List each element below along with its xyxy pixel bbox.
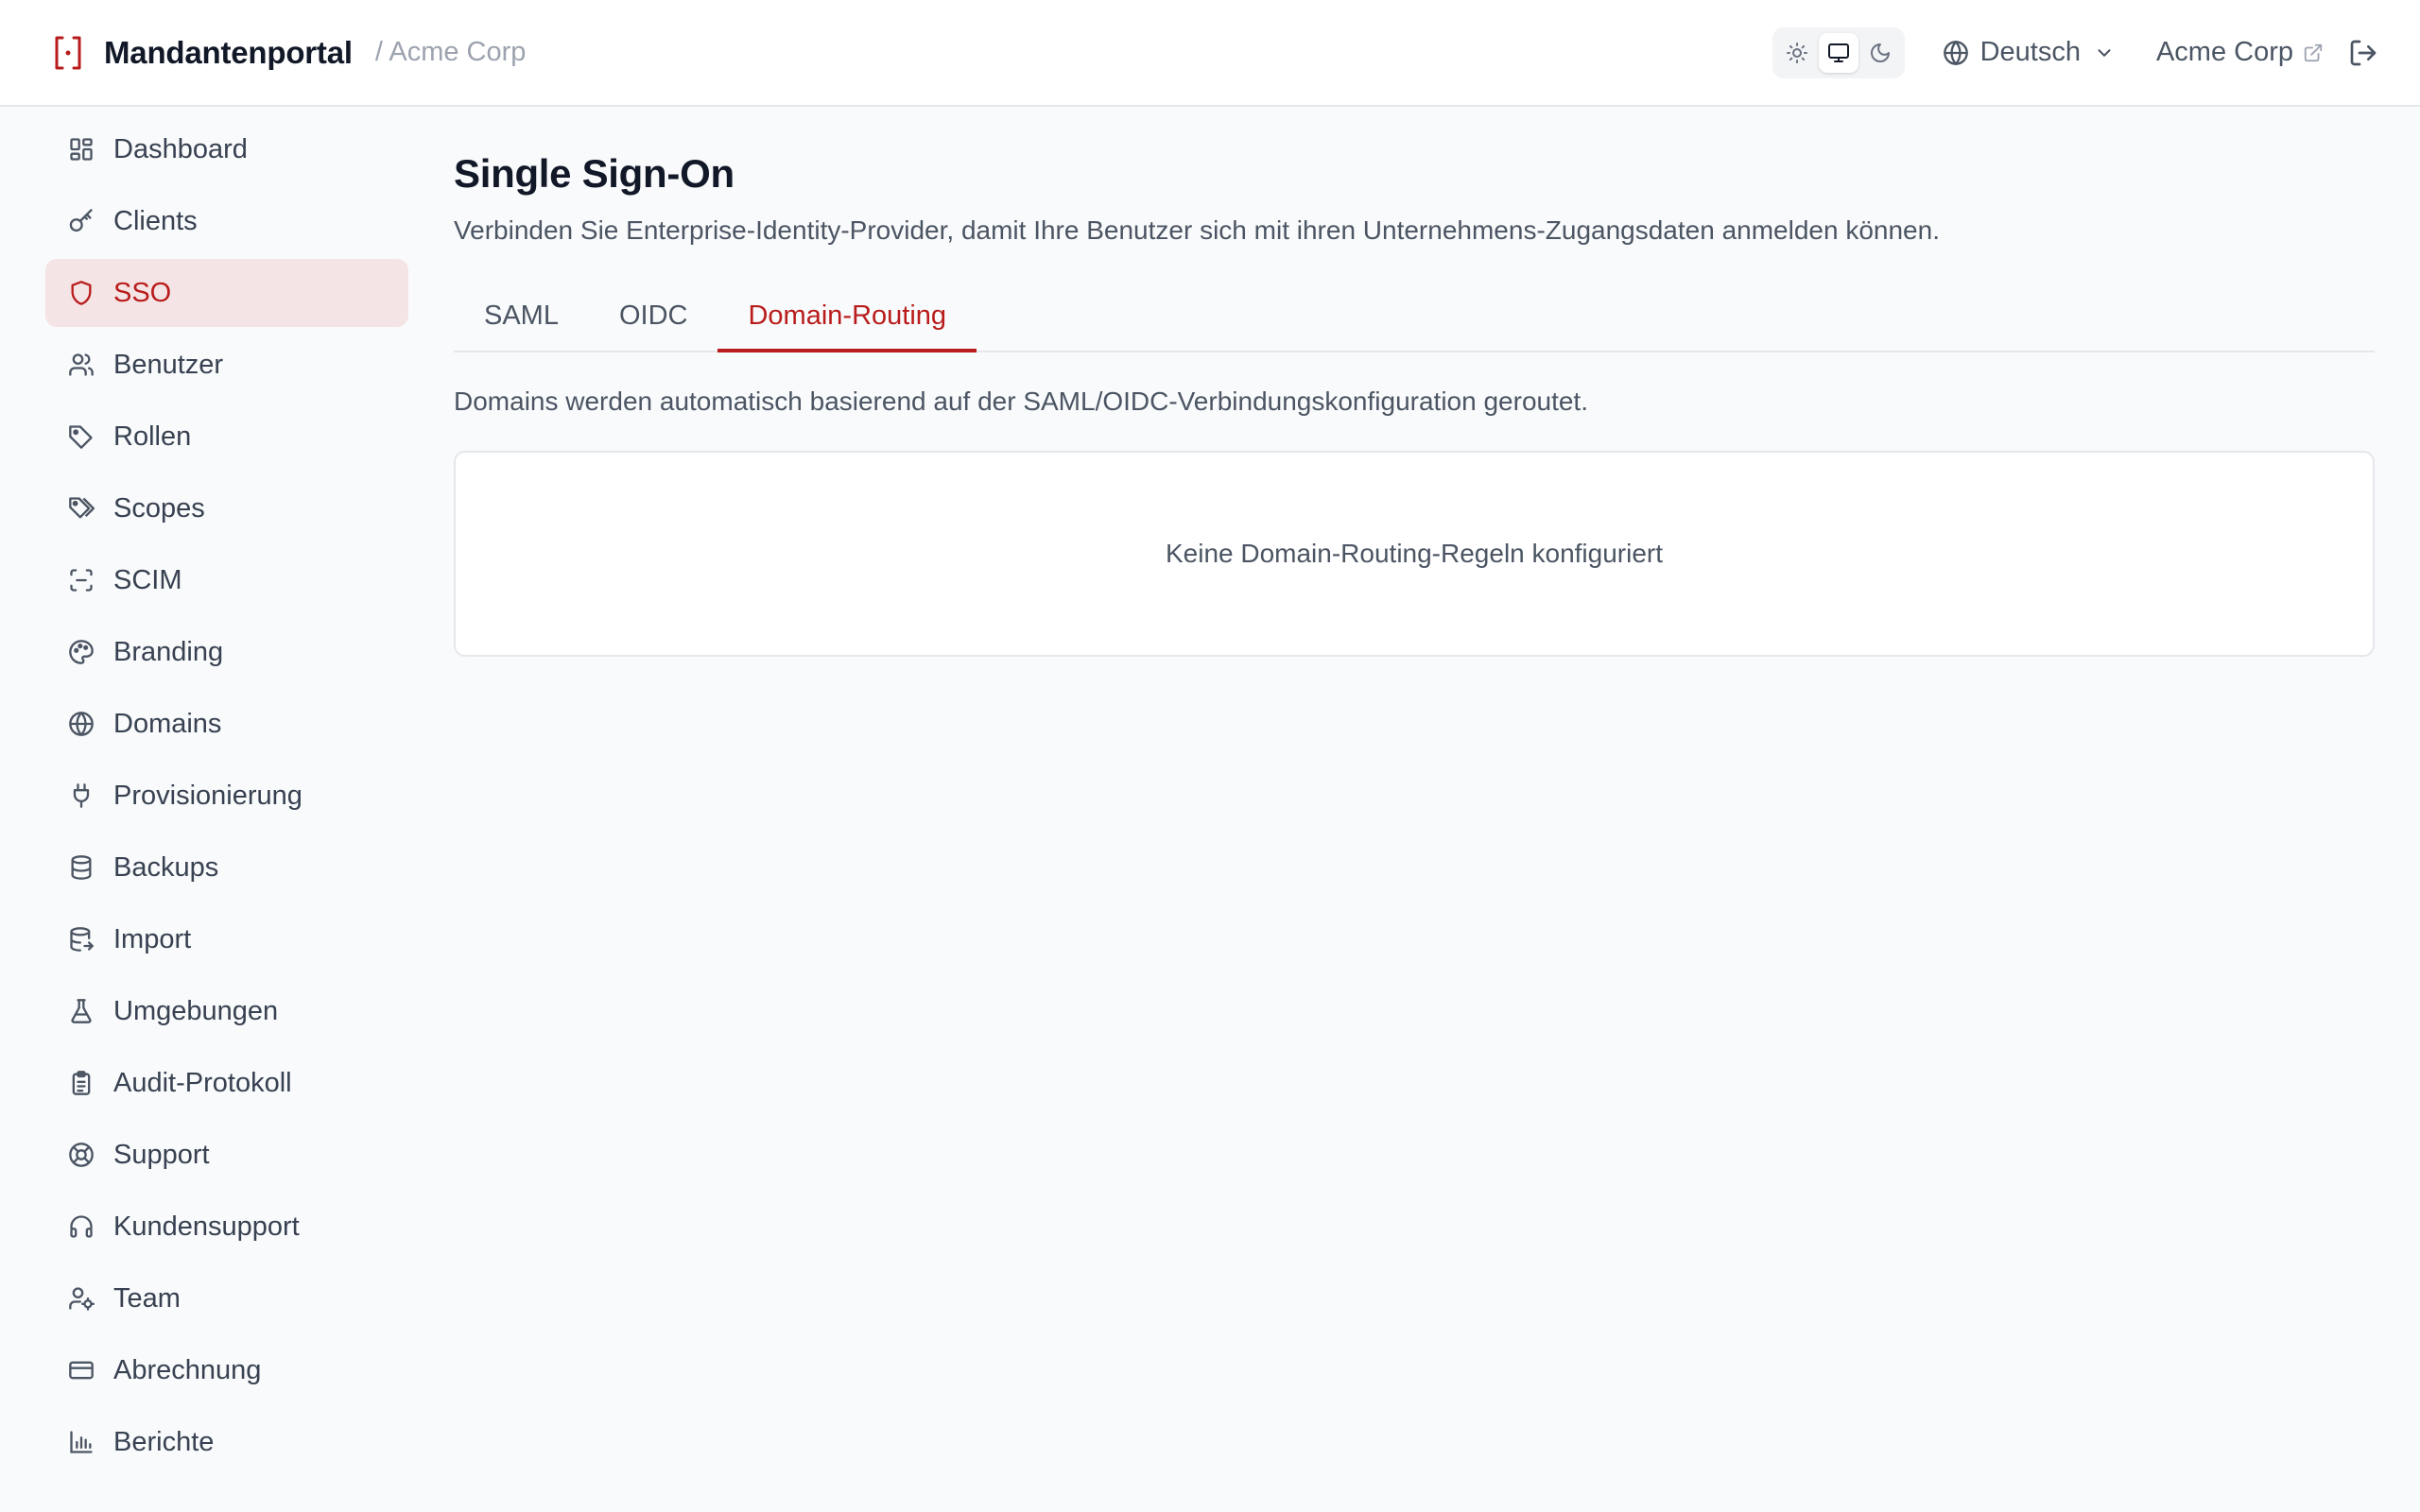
database-import-icon xyxy=(66,924,96,954)
sidebar-item-berichte[interactable]: Berichte xyxy=(45,1408,408,1476)
moon-icon xyxy=(1869,42,1892,64)
sidebar-item-label: Import xyxy=(113,923,192,954)
tag-icon xyxy=(66,421,96,452)
sidebar-item-label: Audit-Protokoll xyxy=(113,1067,292,1098)
logout-icon xyxy=(2348,38,2378,68)
sidebar-item-label: Backups xyxy=(113,851,219,883)
sidebar-item-label: SCIM xyxy=(113,564,182,595)
sidebar-nav: Dashboard Clients SSO Benutzer Rollen Sc… xyxy=(45,115,408,1480)
flask-icon xyxy=(66,996,96,1026)
sidebar-item-label: Team xyxy=(113,1282,181,1314)
sidebar-item-dashboard[interactable]: Dashboard xyxy=(45,115,408,183)
tab-saml[interactable]: SAML xyxy=(454,284,589,352)
globe-icon xyxy=(66,709,96,739)
bar-chart-icon xyxy=(66,1427,96,1457)
user-cog-icon xyxy=(66,1283,96,1314)
sidebar-item-label: Umgebungen xyxy=(113,995,279,1026)
sidebar-item-label: Support xyxy=(113,1139,210,1170)
sidebar-item-label: Kundensupport xyxy=(113,1211,300,1242)
headset-icon xyxy=(66,1211,96,1242)
sidebar-item-label: Berichte xyxy=(113,1426,215,1457)
external-link-icon xyxy=(2303,43,2324,63)
sidebar-item-label: Branding xyxy=(113,636,224,667)
page-title: Single Sign-On xyxy=(454,151,735,196)
sidebar-item-label: SSO xyxy=(113,277,172,308)
tab-domain-routing[interactable]: Domain-Routing xyxy=(717,284,977,352)
sidebar-item-label: Benutzer xyxy=(113,349,224,380)
globe-icon xyxy=(1943,40,1969,66)
sidebar-item-benutzer[interactable]: Benutzer xyxy=(45,331,408,399)
tab-oidc[interactable]: OIDC xyxy=(589,284,718,352)
sidebar-item-import[interactable]: Import xyxy=(45,905,408,973)
sidebar-item-support[interactable]: Support xyxy=(45,1121,408,1189)
sidebar-item-clients[interactable]: Clients xyxy=(45,187,408,255)
database-icon xyxy=(66,852,96,883)
sidebar-item-kundensupport[interactable]: Kundensupport xyxy=(45,1193,408,1261)
sidebar-item-domains[interactable]: Domains xyxy=(45,690,408,758)
sidebar-item-label: Dashboard xyxy=(113,133,248,164)
plug-icon xyxy=(66,781,96,811)
sso-tabs: SAML OIDC Domain-Routing xyxy=(454,284,2375,352)
sidebar-item-scopes[interactable]: Scopes xyxy=(45,474,408,542)
sidebar-item-label: Provisionierung xyxy=(113,780,302,811)
sidebar-item-scim[interactable]: SCIM xyxy=(45,546,408,614)
sidebar-item-label: Rollen xyxy=(113,421,192,452)
sidebar-item-label: Clients xyxy=(113,205,198,236)
theme-toggle xyxy=(1772,26,1905,78)
palette-icon xyxy=(66,637,96,667)
dashboard-icon xyxy=(66,134,96,164)
breadcrumb-tenant: / Acme Corp xyxy=(374,37,527,67)
sidebar-item-label: Scopes xyxy=(113,492,205,524)
language-select[interactable]: Deutsch xyxy=(1943,37,2115,68)
chevron-down-icon xyxy=(2094,43,2115,63)
shield-icon xyxy=(66,278,96,308)
scan-icon xyxy=(66,565,96,595)
main-content: Single Sign-On Verbinden Sie Enterprise-… xyxy=(454,151,2375,657)
top-bar: Mandantenportal / Acme Corp Deutsch Acme… xyxy=(0,0,2420,107)
sidebar-item-rollen[interactable]: Rollen xyxy=(45,403,408,471)
sun-icon xyxy=(1786,42,1808,64)
app-name: Mandantenportal xyxy=(104,34,353,70)
light-theme-button[interactable] xyxy=(1777,33,1817,73)
sidebar-item-label: Domains xyxy=(113,708,222,739)
brand[interactable]: Mandantenportal / Acme Corp xyxy=(51,34,526,72)
system-theme-button[interactable] xyxy=(1818,32,1858,73)
brand-logo-icon xyxy=(51,34,85,72)
routing-info-text: Domains werden automatisch basierend auf… xyxy=(454,387,1588,416)
tags-icon xyxy=(66,493,96,524)
users-icon xyxy=(66,350,96,380)
monitor-icon xyxy=(1827,42,1850,64)
lifebuoy-icon xyxy=(66,1140,96,1170)
sidebar-item-umgebungen[interactable]: Umgebungen xyxy=(45,977,408,1045)
sidebar-item-branding[interactable]: Branding xyxy=(45,618,408,686)
empty-state-message: Keine Domain-Routing-Regeln konfiguriert xyxy=(1165,539,1664,568)
routing-rules-card: Keine Domain-Routing-Regeln konfiguriert xyxy=(454,451,2375,657)
language-label: Deutsch xyxy=(1979,37,2081,67)
tenant-link-label: Acme Corp xyxy=(2155,37,2293,67)
sidebar-item-label: Abrechnung xyxy=(113,1354,262,1385)
sidebar-item-audit-protokoll[interactable]: Audit-Protokoll xyxy=(45,1049,408,1117)
sidebar-item-abrechnung[interactable]: Abrechnung xyxy=(45,1336,408,1404)
page-description: Verbinden Sie Enterprise-Identity-Provid… xyxy=(454,215,1940,245)
credit-card-icon xyxy=(66,1355,96,1385)
sidebar-item-backups[interactable]: Backups xyxy=(45,833,408,902)
key-icon xyxy=(66,206,96,236)
dark-theme-button[interactable] xyxy=(1860,33,1900,73)
clipboard-icon xyxy=(66,1068,96,1098)
logout-button[interactable] xyxy=(2348,38,2378,68)
sidebar-item-provisionierung[interactable]: Provisionierung xyxy=(45,762,408,830)
sidebar-item-sso[interactable]: SSO xyxy=(45,259,408,327)
tenant-link[interactable]: Acme Corp xyxy=(2156,37,2324,68)
sidebar-item-team[interactable]: Team xyxy=(45,1264,408,1332)
